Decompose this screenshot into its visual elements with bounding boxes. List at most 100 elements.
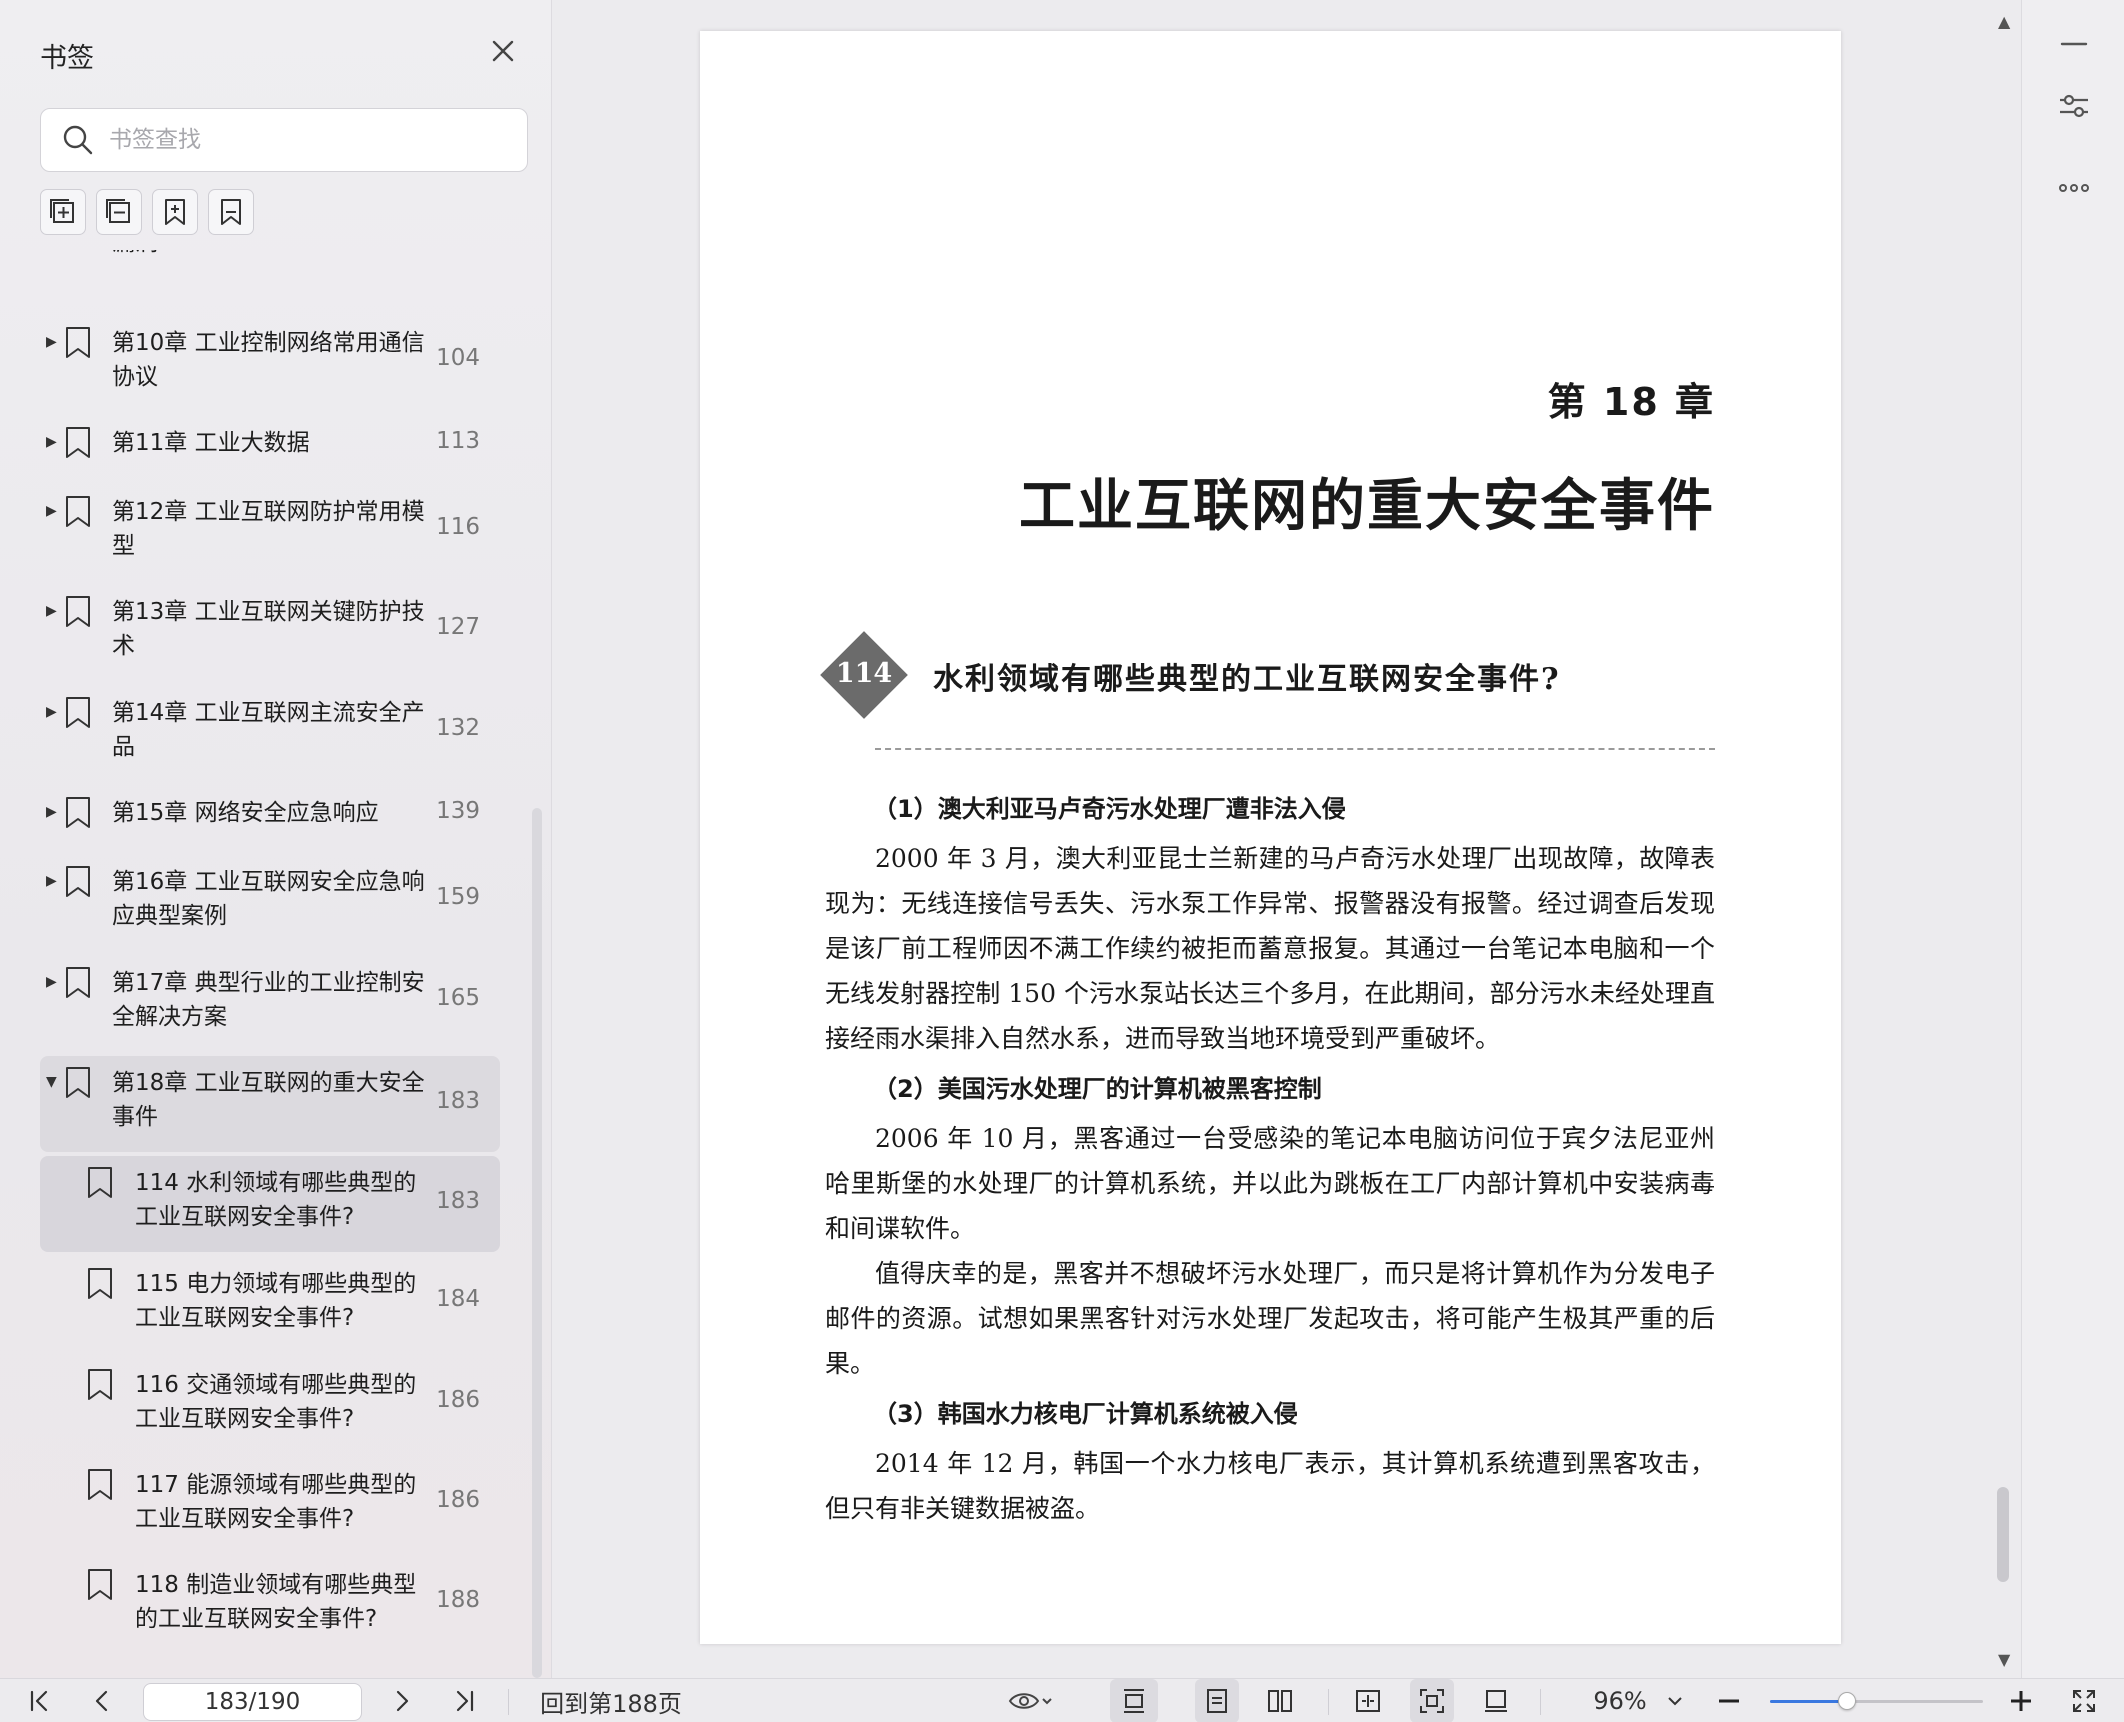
bookmark-icon [64, 595, 92, 633]
bookmark-icon [64, 1066, 92, 1104]
bookmark-item[interactable]: ▶ 第11章 工业大数据 113 [40, 416, 500, 472]
section-heading: 114 水利领域有哪些典型的工业互联网安全事件? [820, 631, 1715, 750]
bookmark-label: 第18章 工业互联网的重大安全事件 [112, 1070, 425, 1130]
paragraph: 2000 年 3 月，澳大利亚昆士兰新建的马卢奇污水处理厂出现故障，故障表现为：… [825, 844, 1715, 1053]
zoom-out-icon[interactable] [1712, 1679, 1746, 1722]
bookmark-icon [64, 865, 92, 903]
settings-sliders-icon[interactable] [2056, 88, 2092, 124]
bookmark-item[interactable]: 116 交通领域有哪些典型的工业互联网安全事件? 186 [40, 1358, 500, 1448]
fullscreen-icon[interactable] [2064, 1679, 2104, 1722]
bookmark-toolbar [40, 189, 254, 235]
zoom-level[interactable]: 96% [1565, 1679, 1675, 1722]
expand-arrow-icon[interactable]: ▶ [46, 434, 57, 450]
collapse-all-icon[interactable] [96, 189, 142, 235]
bookmark-list: 漏洞 94 ▶ 第10章 工业控制网络常用通信协议 104 ▶ 第11章 工业大数据 11… [0, 250, 520, 1678]
expand-arrow-icon[interactable]: ▶ [46, 804, 57, 820]
section-title: 水利领域有哪些典型的工业互联网安全事件? [933, 662, 1561, 697]
bookmark-label: 114 水利领域有哪些典型的工业互联网安全事件? [135, 1170, 417, 1230]
bookmark-icon[interactable] [208, 189, 254, 235]
goto-page-button[interactable]: 回到第188页 [536, 1679, 686, 1722]
zoom-slider-knob[interactable] [1837, 1692, 1856, 1710]
bookmark-icon [64, 966, 92, 1004]
first-page-icon[interactable] [22, 1679, 58, 1722]
bookmark-page: 186 [436, 1487, 480, 1513]
bookmark-item[interactable]: ▶ 第17章 典型行业的工业控制安全解决方案 165 [40, 956, 500, 1046]
single-page-icon[interactable] [1195, 1679, 1239, 1722]
add-bookmark-icon[interactable] [152, 189, 198, 235]
two-page-icon[interactable] [1258, 1679, 1302, 1722]
bookmark-label: 第11章 工业大数据 [112, 430, 310, 456]
fit-width-icon[interactable] [1346, 1679, 1390, 1722]
scroll-down-icon[interactable]: ▼ [1998, 1650, 2010, 1669]
zoom-slider-fill [1770, 1700, 1847, 1703]
bookmark-label: 第14章 工业互联网主流安全产品 [112, 700, 425, 760]
document-page: 第 18 章 工业互联网的重大安全事件 114 水利领域有哪些典型的工业互联网安… [700, 31, 1841, 1644]
expand-arrow-icon[interactable]: ▶ [46, 704, 57, 720]
last-page-icon[interactable] [446, 1679, 482, 1722]
scroll-up-icon[interactable]: ▲ [1998, 12, 2010, 31]
bookmark-item[interactable]: 117 能源领域有哪些典型的工业互联网安全事件? 186 [40, 1458, 500, 1548]
bookmark-item[interactable]: ▶ 第15章 网络安全应急响应 139 [40, 786, 500, 842]
more-icon[interactable] [2056, 170, 2092, 206]
bookmark-icon [86, 1368, 114, 1406]
minimize-icon[interactable] [2056, 24, 2092, 60]
bookmark-label: 第15章 网络安全应急响应 [112, 800, 379, 826]
expand-all-icon[interactable] [40, 189, 86, 235]
bookmark-search[interactable] [40, 108, 528, 172]
expand-arrow-icon[interactable]: ▶ [46, 873, 57, 889]
bookmark-page: 116 [436, 514, 480, 540]
bookmark-item[interactable]: ▶ 第13章 工业互联网关键防护技术 127 [40, 585, 500, 675]
bookmark-page: 104 [436, 345, 480, 371]
bookmark-search-input[interactable] [109, 127, 509, 153]
zoom-slider[interactable] [1770, 1692, 1983, 1710]
toolbar-divider [1328, 1689, 1329, 1715]
rotate-page-icon[interactable] [1474, 1679, 1518, 1722]
section-divider [875, 748, 1715, 750]
sidebar-scrollbar[interactable] [532, 808, 542, 1678]
bookmark-page: 113 [436, 428, 480, 454]
close-icon[interactable] [486, 34, 520, 68]
page-scrollbar-thumb[interactable] [1997, 1487, 2009, 1582]
bookmark-label: 第12章 工业互联网防护常用模型 [112, 499, 425, 559]
zoom-dropdown-chevron-icon[interactable] [1662, 1679, 1688, 1722]
bookmark-page: 184 [436, 1286, 480, 1312]
bookmark-item[interactable]: ▶ 第12章 工业互联网防护常用模型 116 [40, 485, 500, 575]
bottom-toolbar: 回到第188页 96% [0, 1678, 2124, 1722]
subheading: （2）美国污水处理厂的计算机被黑客控制 [873, 1075, 1322, 1103]
bookmark-item[interactable]: ▼ 第18章 工业互联网的重大安全事件 183 [40, 1056, 500, 1152]
bookmark-page: 183 [436, 1088, 480, 1114]
bookmark-sidebar: 书签 漏洞 94 ▶ 第10章 工业控制网络常用通信协议 104 ▶ 第11章 工业大数… [0, 0, 552, 1678]
bookmark-label: 115 电力领域有哪些典型的工业互联网安全事件? [135, 1271, 417, 1331]
expand-arrow-icon[interactable]: ▶ [46, 334, 57, 350]
continuous-scroll-icon[interactable] [1110, 1679, 1158, 1722]
bookmark-item[interactable]: ▶ 第10章 工业控制网络常用通信协议 104 [40, 316, 500, 406]
next-page-icon[interactable] [384, 1679, 420, 1722]
bookmark-item[interactable]: 115 电力领域有哪些典型的工业互联网安全事件? 184 [40, 1257, 500, 1347]
section-number: 114 [835, 658, 893, 689]
expand-arrow-icon[interactable]: ▶ [46, 603, 57, 619]
bookmark-item[interactable]: 114 水利领域有哪些典型的工业互联网安全事件? 183 [40, 1156, 500, 1252]
bookmark-item[interactable]: 漏洞 94 [40, 250, 500, 296]
bookmark-icon [86, 1166, 114, 1204]
expand-arrow-icon[interactable]: ▶ [46, 503, 57, 519]
collapse-arrow-icon[interactable]: ▼ [46, 1074, 57, 1090]
toolbar-divider [1540, 1689, 1541, 1715]
bookmark-item[interactable]: ▶ 第14章 工业互联网主流安全产品 132 [40, 686, 500, 776]
subheading: （1）澳大利亚马卢奇污水处理厂遭非法入侵 [873, 795, 1346, 823]
bookmark-item[interactable]: ▶ 第16章 工业互联网安全应急响应典型案例 159 [40, 855, 500, 945]
previous-page-icon[interactable] [84, 1679, 120, 1722]
chapter-title: 工业互联网的重大安全事件 [1019, 473, 1715, 539]
bookmark-page: 186 [436, 1387, 480, 1413]
bookmark-item[interactable]: 118 制造业领域有哪些典型的工业互联网安全事件? 188 [40, 1558, 500, 1648]
expand-arrow-icon[interactable]: ▶ [46, 974, 57, 990]
fit-page-icon[interactable] [1410, 1679, 1454, 1722]
bookmark-page: 183 [436, 1188, 480, 1214]
paragraph: 2006 年 10 月，黑客通过一台受感染的笔记本电脑访问位于宾夕法尼亚州哈里斯… [825, 1124, 1715, 1243]
subheading: （3）韩国水力核电厂计算机系统被入侵 [873, 1400, 1298, 1428]
zoom-in-icon[interactable] [2004, 1679, 2038, 1722]
view-mode-icon[interactable] [1000, 1679, 1060, 1722]
page-number-input[interactable] [143, 1683, 362, 1721]
paragraph: 值得庆幸的是，黑客并不想破坏污水处理厂，而只是将计算机作为分发电子邮件的资源。试… [825, 1259, 1715, 1378]
bookmark-label: 116 交通领域有哪些典型的工业互联网安全事件? [135, 1372, 417, 1432]
bookmark-page: 132 [436, 715, 480, 741]
